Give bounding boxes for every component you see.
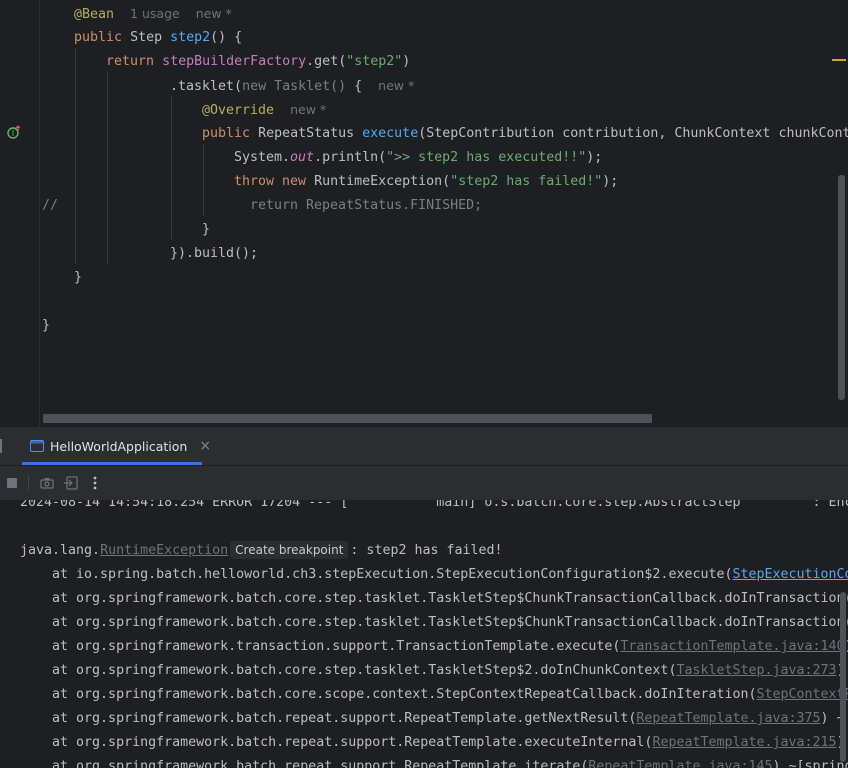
console-vertical-scrollbar[interactable]	[840, 592, 846, 762]
create-breakpoint-button[interactable]: Create breakpoint	[230, 541, 349, 559]
source-link[interactable]: StepContextR	[757, 687, 848, 702]
divider	[0, 465, 848, 466]
run-tool-window-header: HelloWorldApplication ×	[0, 427, 848, 500]
camera-icon	[40, 478, 54, 489]
code-line-9-text: return RepeatStatus.FINISHED;	[250, 198, 483, 213]
code-line-3: return stepBuilderFactory.get("step2")	[106, 54, 411, 69]
stack-frame: at org.springframework.batch.core.step.t…	[20, 615, 848, 630]
indent-guide	[171, 96, 172, 240]
code-line-5: @Override new *	[202, 102, 327, 118]
code-line-1: @Bean 1 usage new *	[74, 6, 232, 22]
run-tab-bar: HelloWorldApplication ×	[0, 427, 848, 465]
stack-frame: at org.springframework.batch.core.scope.…	[20, 683, 848, 707]
source-link[interactable]: TransactionTemplate.java:140	[620, 639, 844, 654]
source-link[interactable]: RepeatTemplate.java:215	[652, 735, 836, 750]
source-link[interactable]: StepExecutionCo	[732, 567, 848, 582]
code-line-11: }).build();	[170, 246, 259, 261]
code-line-4: .tasklet(new Tasklet() { new *	[170, 78, 415, 94]
code-line-9: //	[42, 198, 59, 213]
indent-guide	[107, 72, 108, 264]
stack-frame: at org.springframework.batch.core.step.t…	[20, 591, 848, 606]
screenshot-button[interactable]	[35, 471, 59, 495]
code-line-10: }	[202, 222, 211, 237]
source-link[interactable]: TaskletStep.java:273	[676, 663, 836, 678]
indent-guide	[203, 144, 204, 216]
stop-button[interactable]	[0, 471, 24, 495]
stack-frame: at org.springframework.batch.core.step.t…	[20, 663, 845, 678]
editor-horizontal-scrollbar[interactable]	[43, 414, 652, 423]
exception-line: java.lang.RuntimeException Create breakpo…	[20, 541, 503, 559]
toolbar-divider	[28, 476, 29, 490]
source-link[interactable]: RepeatTemplate.java:375	[636, 711, 820, 726]
code-line-12: }	[74, 270, 83, 285]
code-line-2: public Step step2() {	[74, 30, 243, 45]
code-line-6: public RepeatStatus execute(StepContribu…	[202, 126, 848, 141]
login-icon	[64, 476, 78, 490]
close-icon[interactable]: ×	[199, 438, 211, 454]
warning-marker[interactable]	[832, 59, 846, 61]
override-gutter-icon[interactable]: I	[6, 124, 22, 140]
code-editor[interactable]: I @Bean 1 usage new * public Step step2(…	[0, 0, 848, 427]
stack-frame: at io.spring.batch.helloworld.ch3.stepEx…	[20, 563, 848, 587]
source-link[interactable]: RepeatTemplate.java:145	[588, 759, 772, 768]
svg-text:I: I	[12, 129, 14, 138]
panel-edge	[0, 439, 2, 453]
indent-guide	[75, 48, 76, 264]
more-icon	[93, 476, 97, 490]
code-line-14: }	[42, 318, 51, 333]
stop-icon	[7, 478, 17, 488]
code-line-8: throw new RuntimeException("step2 has fa…	[234, 174, 619, 189]
tab-helloworld-application[interactable]: HelloWorldApplication ×	[22, 427, 219, 465]
more-options-button[interactable]	[83, 471, 107, 495]
tab-label: HelloWorldApplication	[50, 438, 188, 454]
console-output[interactable]: 2024-08-14 14:54:18.254 ERROR 17204 --- …	[0, 500, 848, 768]
stack-frame: at org.springframework.batch.repeat.supp…	[20, 755, 848, 768]
exception-class-link[interactable]: RuntimeException	[100, 543, 228, 558]
stack-frame: at org.springframework.batch.repeat.supp…	[20, 711, 845, 726]
editor-vertical-scrollbar[interactable]	[838, 175, 845, 400]
gutter-divider	[39, 0, 40, 427]
code-line-7: System.out.println(">> step2 has execute…	[234, 150, 603, 165]
restore-layout-button[interactable]	[59, 471, 83, 495]
stack-frame: at org.springframework.batch.repeat.supp…	[20, 735, 845, 750]
stack-frame: at org.springframework.transaction.suppo…	[20, 639, 848, 654]
run-actions-toolbar	[0, 471, 107, 495]
console-icon	[30, 440, 44, 452]
log-line-error: 2024-08-14 14:54:18.254 ERROR 17204 --- …	[20, 500, 848, 510]
